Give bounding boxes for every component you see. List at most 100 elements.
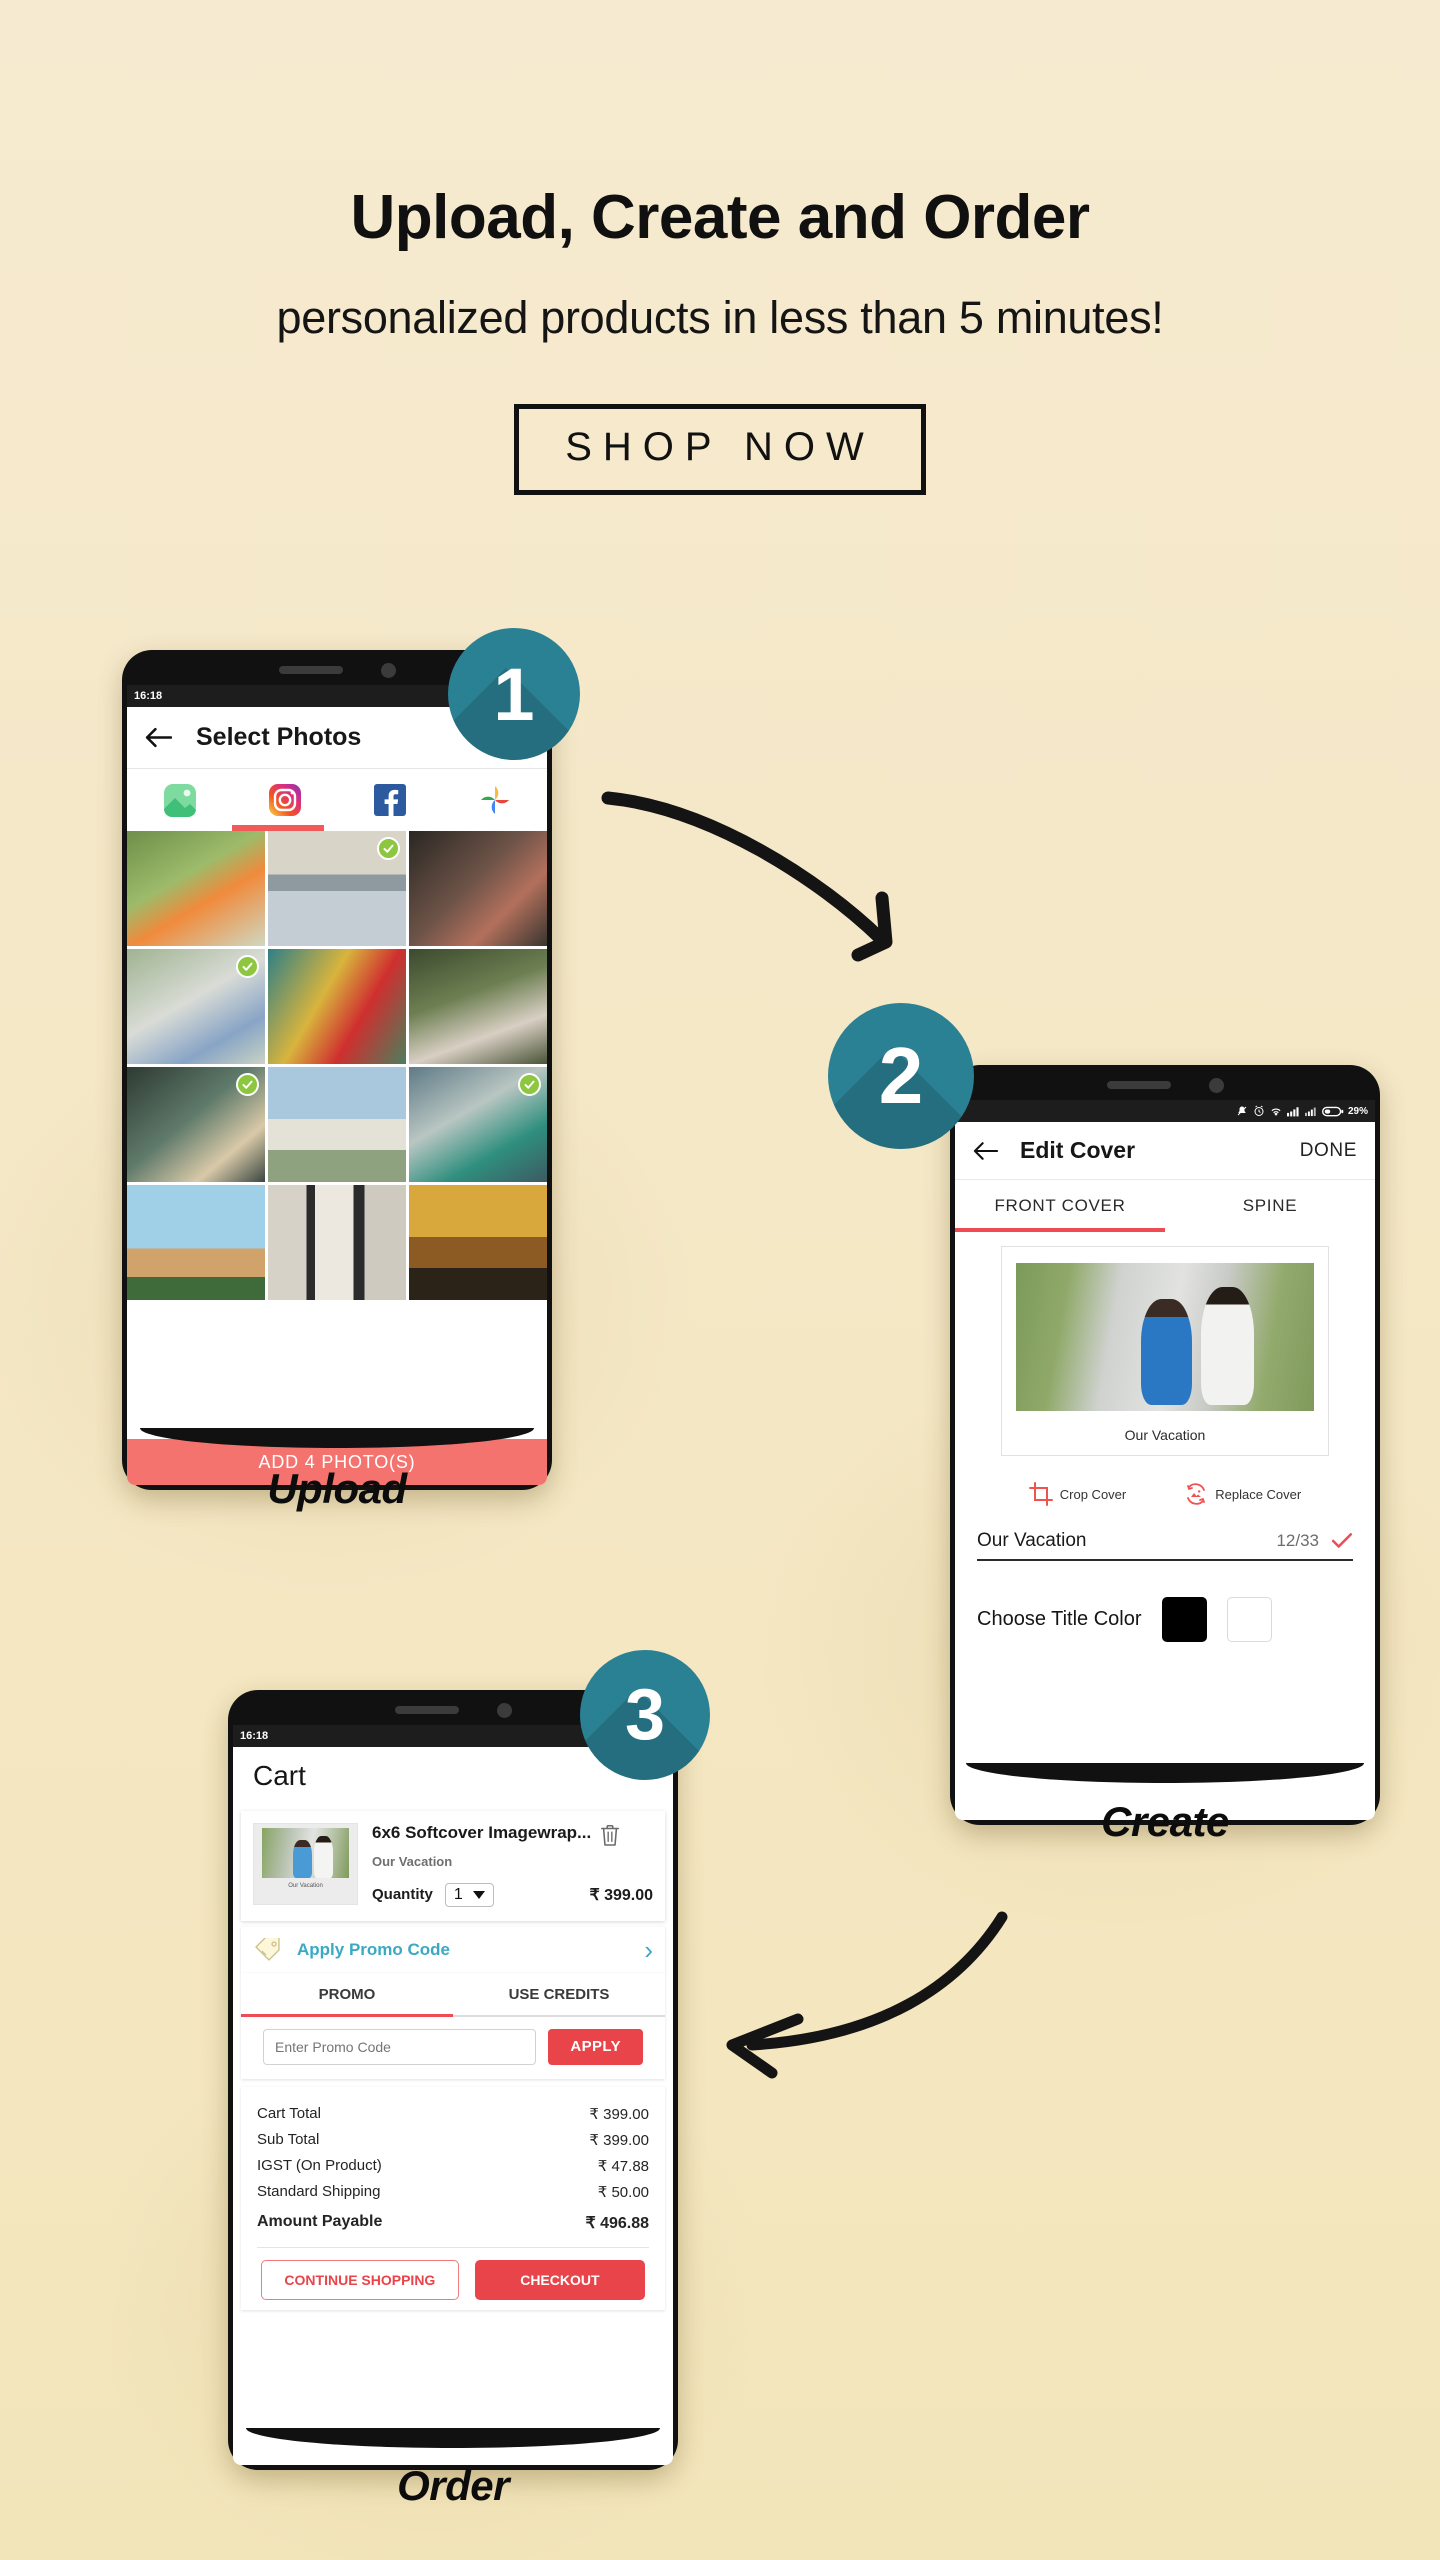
- promo-code-input[interactable]: [263, 2028, 537, 2065]
- replace-cover-label: Replace Cover: [1215, 1486, 1302, 1502]
- page-title: Upload, Create and Order: [350, 183, 1090, 252]
- shop-now-button[interactable]: SHOP NOW: [514, 404, 926, 496]
- phone3-title: Cart: [253, 1760, 306, 1791]
- back-arrow-icon[interactable]: [973, 1141, 998, 1161]
- cover-actions: Crop Cover Replace Cover: [955, 1482, 1375, 1506]
- thumbnail-caption: Our Vacation: [288, 1883, 323, 1890]
- total-value: ₹ 50.00: [597, 2183, 649, 2201]
- signal-icon: [1286, 1106, 1299, 1116]
- chevron-down-icon: [472, 1890, 485, 1899]
- replace-image-icon: [1187, 1483, 1206, 1505]
- total-label: IGST (On Product): [257, 2156, 382, 2174]
- phone2-notch: [955, 1070, 1375, 1100]
- battery-percent: 29%: [1347, 1105, 1368, 1117]
- color-swatch-black[interactable]: [1161, 1597, 1207, 1642]
- front-camera: [1208, 1077, 1224, 1093]
- photo-cell[interactable]: [268, 949, 406, 1064]
- phone1-title: Select Photos: [196, 723, 362, 751]
- photo-cell[interactable]: [409, 831, 547, 946]
- photo-cell[interactable]: [127, 1067, 265, 1182]
- front-camera: [496, 1702, 512, 1718]
- color-swatch-white[interactable]: [1226, 1597, 1272, 1642]
- phone-mockup-edit-cover: 29% Edit Cover DONE FRONT COVER SPINE Ou…: [950, 1065, 1380, 1825]
- done-button[interactable]: DONE: [1300, 1140, 1357, 1162]
- apply-promo-code-bar[interactable]: Apply Promo Code ›: [241, 1926, 665, 1973]
- quantity-value: 1: [453, 1885, 463, 1903]
- photo-selected-check: [377, 837, 400, 860]
- back-arrow-icon[interactable]: [145, 727, 172, 748]
- step-label-create: Create: [1101, 1798, 1229, 1845]
- total-row: IGST (On Product) ₹ 47.88: [257, 2153, 649, 2179]
- facebook-tab[interactable]: [337, 784, 442, 816]
- hero-section: Upload, Create and Order personalized pr…: [0, 0, 1440, 496]
- tab-spine[interactable]: SPINE: [1165, 1180, 1375, 1232]
- phone-mockup-cart: 16:18 Cart Our Vacation 6x6 Softcover Im…: [228, 1690, 678, 2470]
- signal2-icon: [1304, 1107, 1316, 1116]
- photo-cell[interactable]: [409, 949, 547, 1064]
- facebook-icon: [373, 784, 406, 816]
- total-value: ₹ 47.88: [597, 2157, 649, 2175]
- tab-use-credits[interactable]: USE CREDITS: [453, 1973, 665, 2017]
- amount-payable-row: Amount Payable ₹ 496.88: [257, 2205, 649, 2237]
- promo-tag-icon: [255, 1937, 280, 1961]
- check-icon: [242, 1080, 253, 1089]
- title-color-label: Choose Title Color: [977, 1608, 1142, 1630]
- photo-cell[interactable]: [127, 831, 265, 946]
- gallery-tab[interactable]: [127, 783, 232, 817]
- instagram-tab[interactable]: [232, 783, 337, 817]
- trash-icon[interactable]: [599, 1823, 621, 1847]
- photo-selected-check: [236, 1073, 259, 1096]
- photo-cell[interactable]: [409, 1067, 547, 1182]
- quantity-label: Quantity: [372, 1886, 433, 1904]
- total-value: ₹ 399.00: [589, 2105, 649, 2123]
- photo-cell[interactable]: [127, 949, 265, 1064]
- phone2-appbar: Edit Cover DONE: [955, 1122, 1375, 1180]
- cover-preview-card[interactable]: Our Vacation: [1001, 1246, 1329, 1456]
- cart-item-thumbnail: Our Vacation: [253, 1823, 358, 1905]
- phone2-title: Edit Cover: [1020, 1137, 1136, 1163]
- battery-icon: [1321, 1106, 1344, 1116]
- crop-cover-button[interactable]: Crop Cover: [1028, 1482, 1126, 1506]
- photo-source-tabs: [127, 769, 547, 831]
- gallery-icon: [163, 784, 196, 817]
- cart-item-title: 6x6 Softcover Imagewrap...: [372, 1823, 592, 1842]
- check-icon: [524, 1080, 535, 1089]
- apply-promo-button[interactable]: APPLY: [548, 2028, 643, 2065]
- page-subtitle: personalized products in less than 5 min…: [276, 292, 1164, 344]
- total-row: Sub Total ₹ 399.00: [257, 2127, 649, 2153]
- earpiece-speaker: [1106, 1081, 1171, 1089]
- photo-selected-check: [518, 1073, 541, 1096]
- photo-cell[interactable]: [268, 1185, 406, 1300]
- flow-arrow-1: [601, 791, 893, 962]
- cover-photo: [1016, 1263, 1314, 1411]
- cover-caption: Our Vacation: [1124, 1427, 1206, 1443]
- photo-cell[interactable]: [409, 1185, 547, 1300]
- photo-cell[interactable]: [127, 1185, 265, 1300]
- cover-title-field[interactable]: Our Vacation 12/33: [977, 1530, 1353, 1561]
- quantity-select[interactable]: 1: [444, 1882, 494, 1907]
- photo-cell[interactable]: [268, 1067, 406, 1182]
- tab-front-cover[interactable]: FRONT COVER: [955, 1180, 1165, 1232]
- step-badge-2: 2: [828, 1003, 974, 1149]
- earpiece-speaker: [278, 666, 343, 674]
- cart-item-price: ₹ 399.00: [589, 1886, 653, 1904]
- total-label: Sub Total: [257, 2130, 320, 2148]
- replace-cover-button[interactable]: Replace Cover: [1184, 1482, 1301, 1506]
- status-time: 16:18: [240, 1730, 269, 1742]
- continue-shopping-button[interactable]: CONTINUE SHOPPING: [261, 2259, 459, 2300]
- check-icon[interactable]: [1331, 1532, 1353, 1550]
- active-tab-indicator: [955, 1228, 1165, 1232]
- amount-payable-value: ₹ 496.88: [585, 2214, 649, 2232]
- total-row: Standard Shipping ₹ 50.00: [257, 2179, 649, 2205]
- photo-cell[interactable]: [268, 831, 406, 946]
- cart-item-card: Our Vacation 6x6 Softcover Imagewrap... …: [241, 1811, 665, 1921]
- google-photos-tab[interactable]: [442, 783, 547, 817]
- photo-grid: [127, 831, 547, 1300]
- tab-promo[interactable]: PROMO: [241, 1973, 453, 2017]
- front-camera: [380, 662, 396, 678]
- checkout-button[interactable]: CHECKOUT: [474, 2259, 645, 2300]
- instagram-icon: [268, 784, 301, 816]
- promo-panel: PROMO USE CREDITS APPLY: [241, 1972, 665, 2079]
- status-time: 16:18: [134, 690, 163, 702]
- active-tab-indicator: [241, 2013, 453, 2017]
